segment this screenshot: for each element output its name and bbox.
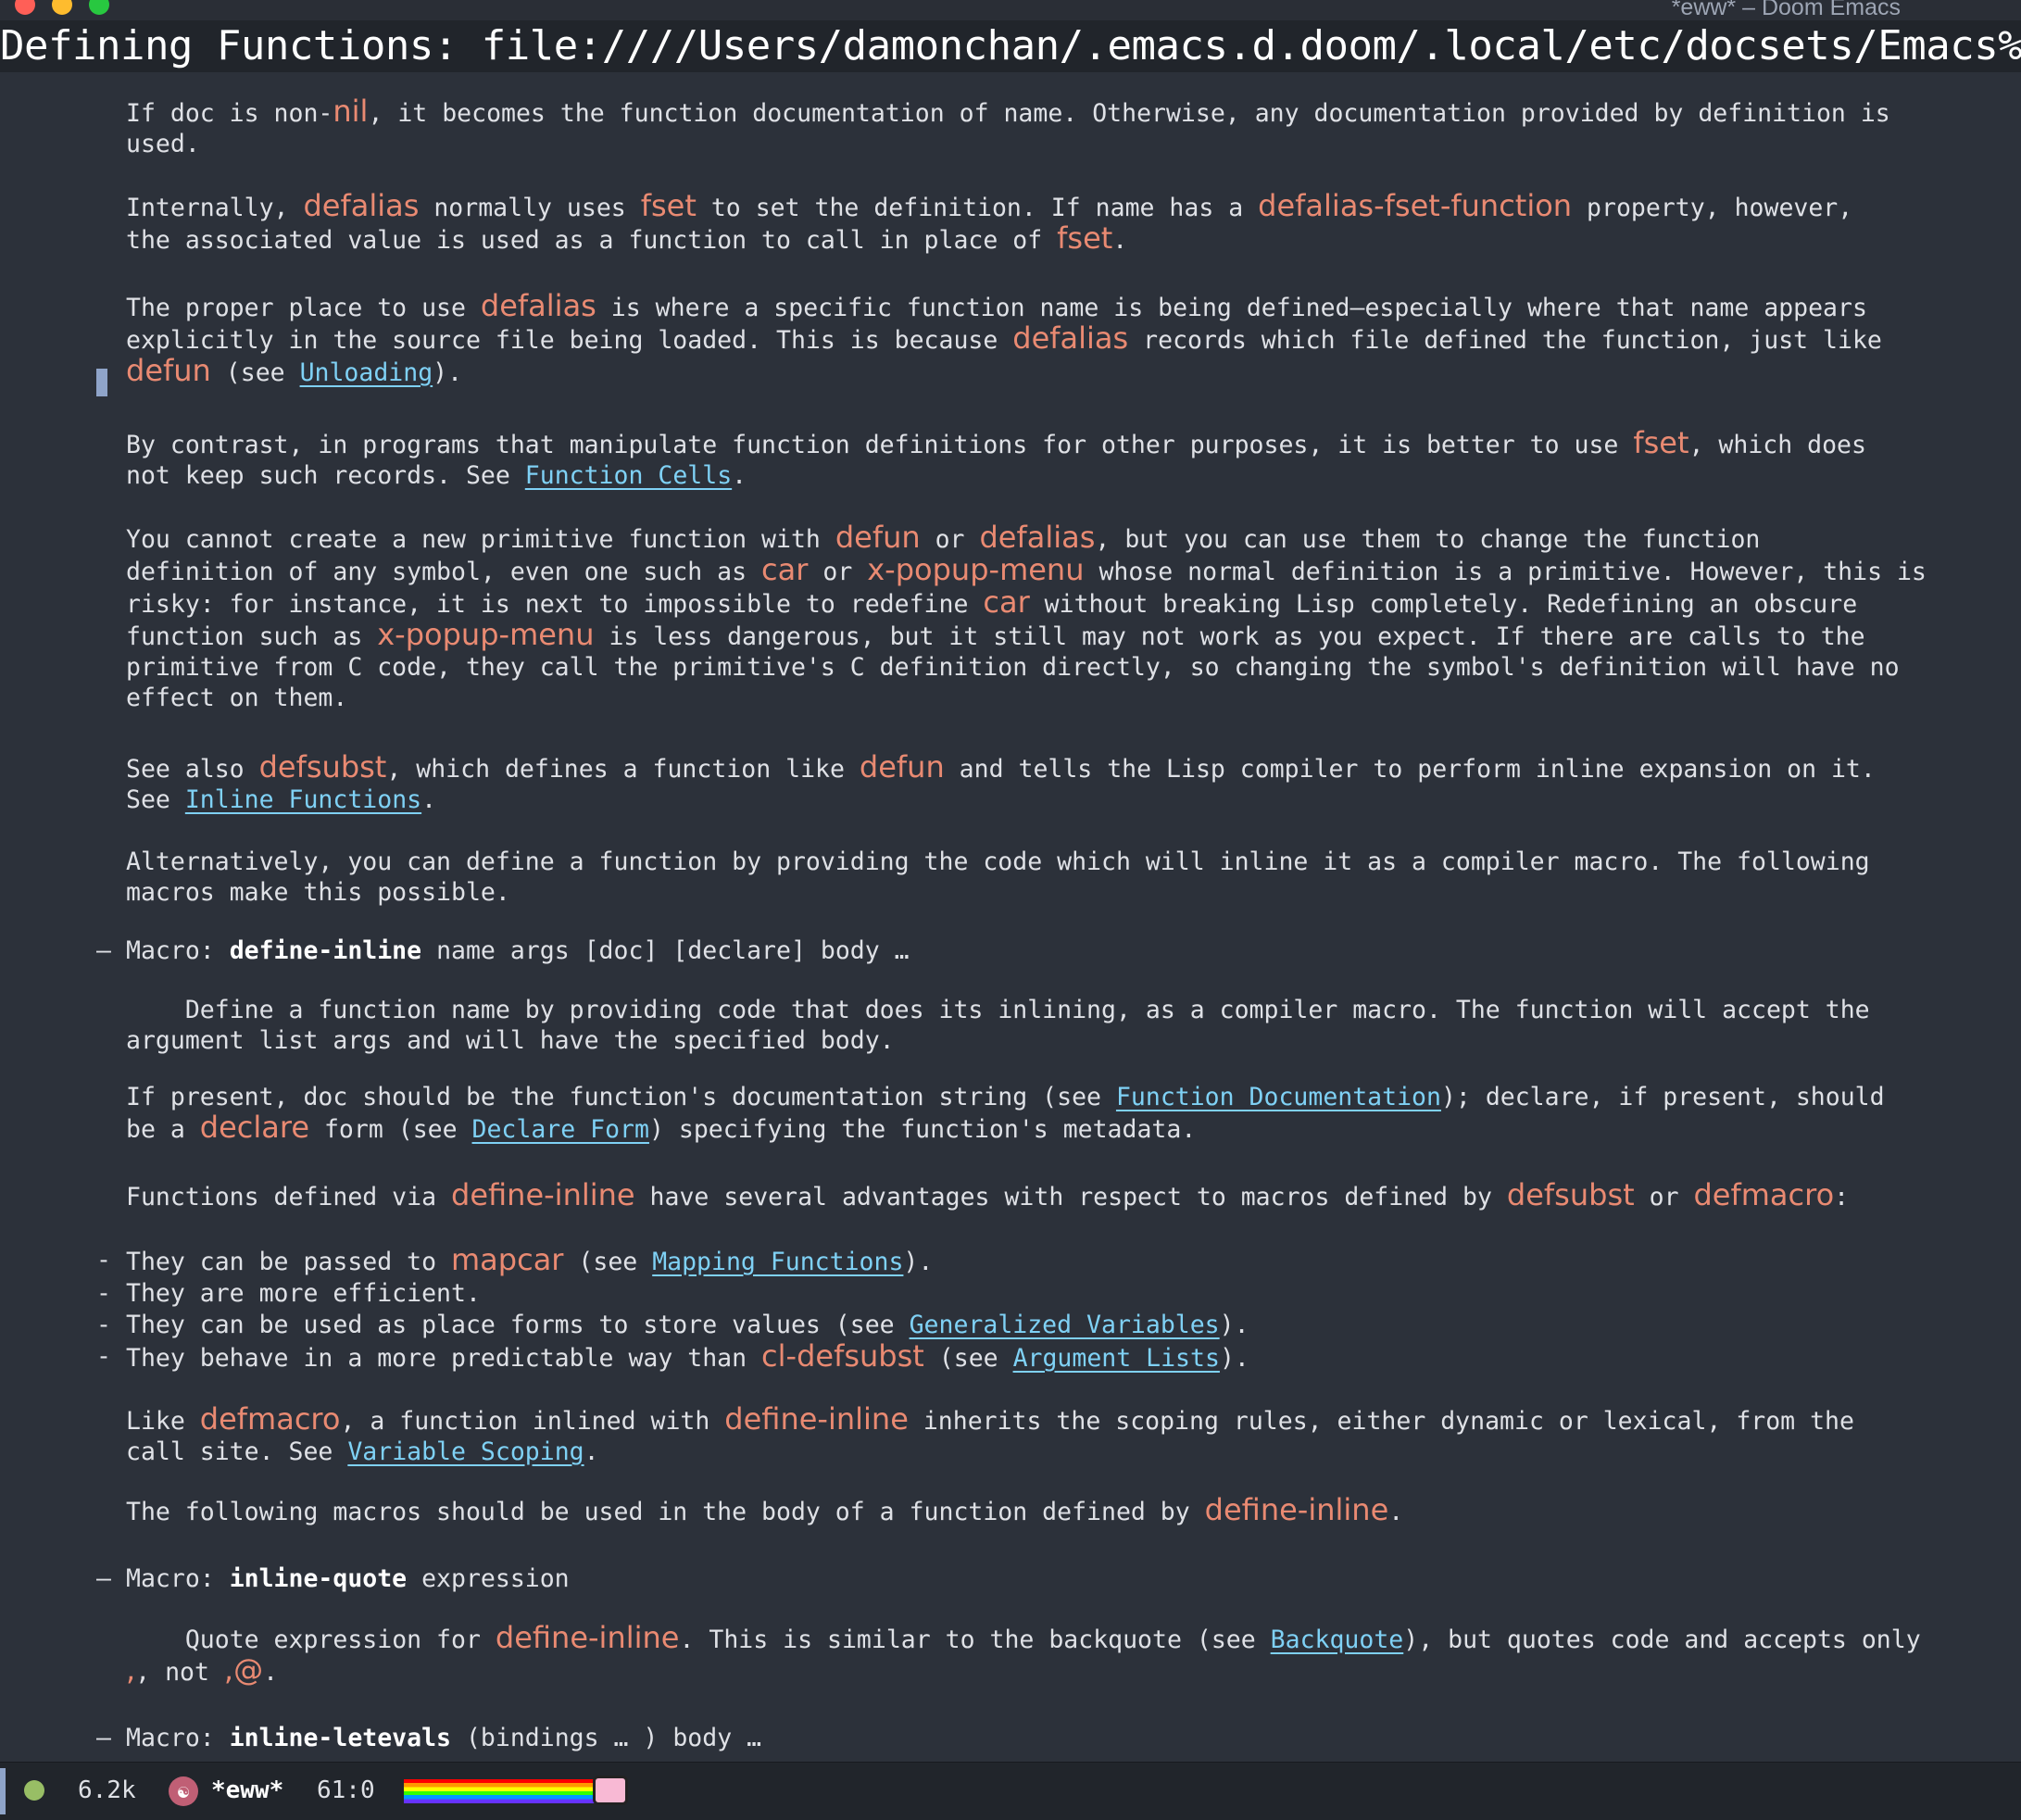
mode-line: 6.2k ☯ *eww* 61:0 (0, 1762, 2021, 1820)
paragraph: By contrast, in programs that manipulate… (126, 425, 1866, 491)
symbol: define-inline (1204, 1492, 1389, 1527)
close-window-button[interactable] (15, 0, 35, 15)
symbol: define-inline (724, 1401, 909, 1437)
link-function-documentation[interactable]: Function Documentation (1116, 1083, 1441, 1111)
symbol: , (126, 1652, 136, 1688)
eww-buffer[interactable]: If doc is non-nil, it becomes the functi… (0, 72, 2021, 1762)
paragraph: If present, doc should be the function's… (126, 1083, 1885, 1145)
paragraph: Functions defined via define-inline have… (126, 1177, 1850, 1212)
symbol: defsubst (1506, 1177, 1635, 1212)
macro-definition: Macro: inline-quote expression (126, 1564, 570, 1593)
macro-dash: — (96, 936, 111, 965)
symbol: defalias (1012, 320, 1129, 356)
list-bullet: - (96, 1342, 111, 1371)
list-item: They behave in a more predictable way th… (126, 1338, 1249, 1374)
status-dot-icon (24, 1780, 44, 1801)
link-declare-form[interactable]: Declare Form (472, 1115, 649, 1144)
title-bar: *eww* – Doom Emacs (0, 0, 2021, 21)
list-item: They are more efficient. (126, 1279, 481, 1308)
symbol: defun (835, 520, 921, 555)
paragraph: The following macros should be used in t… (126, 1492, 1404, 1527)
link-unloading[interactable]: Unloading (300, 358, 433, 387)
paragraph: See also defsubst, which defines a funct… (126, 749, 1876, 815)
symbol: defalias-fset-function (1258, 188, 1573, 223)
list-bullet: - (96, 1246, 111, 1274)
symbol: fset (640, 188, 697, 223)
symbol: nil (333, 94, 369, 129)
buffer-size: 6.2k (78, 1776, 136, 1804)
nyan-rainbow-scroll-indicator (404, 1779, 595, 1803)
macro-definition: Macro: inline-letevals (bindings … ) bod… (126, 1724, 762, 1752)
paragraph: You cannot create a new primitive functi… (126, 520, 1927, 713)
link-function-cells[interactable]: Function Cells (525, 461, 732, 490)
macro-definition: Macro: define-inline name args [doc] [de… (126, 936, 910, 965)
paragraph: Internally, defalias normally uses fset … (126, 188, 1853, 256)
symbol: defun (859, 749, 945, 784)
symbol: defmacro (1693, 1177, 1835, 1212)
symbol: ,@ (223, 1652, 264, 1688)
modeline-bar (0, 1768, 6, 1814)
symbol: defalias (979, 520, 1096, 555)
window-title: *eww* – Doom Emacs (1671, 0, 1901, 20)
macro-dash: — (96, 1724, 111, 1752)
cursor-fringe-indicator (96, 369, 107, 396)
link-variable-scoping[interactable]: Variable Scoping (347, 1437, 584, 1466)
symbol: cl-defsubst (761, 1338, 924, 1374)
symbol: car (761, 552, 809, 587)
link-generalized-variables[interactable]: Generalized Variables (910, 1311, 1220, 1339)
symbol: fset (1057, 220, 1113, 256)
symbol: defmacro (199, 1401, 341, 1437)
list-item: They can be passed to mapcar (see Mappin… (126, 1242, 934, 1277)
macro-name: define-inline (229, 936, 422, 965)
macro-name: inline-quote (229, 1564, 408, 1593)
link-backquote[interactable]: Backquote (1271, 1625, 1404, 1654)
zoom-window-button[interactable] (89, 0, 109, 15)
list-bullet: - (96, 1279, 111, 1308)
link-inline-functions[interactable]: Inline Functions (185, 785, 421, 814)
header-line: Defining Functions: file:////Users/damon… (0, 20, 2021, 72)
symbol: declare (199, 1110, 310, 1145)
cursor-position: 61:0 (317, 1776, 375, 1804)
symbol: mapcar (451, 1242, 564, 1277)
symbol: defun (126, 353, 211, 388)
list-item: They can be used as place forms to store… (126, 1311, 1249, 1339)
symbol: x-popup-menu (377, 617, 595, 652)
nyan-cat-icon (593, 1776, 628, 1805)
symbol: defalias (303, 188, 420, 223)
paragraph: Define a function name by providing code… (126, 996, 1870, 1055)
symbol: x-popup-menu (867, 552, 1085, 587)
paragraph: Quote expression for define-inline. This… (126, 1620, 1921, 1688)
symbol: car (983, 584, 1030, 620)
paragraph: Alternatively, you can define a function… (126, 847, 1870, 907)
macro-dash: — (96, 1564, 111, 1593)
paragraph: Like defmacro, a function inlined with d… (126, 1401, 1854, 1467)
page-title: Defining Functions: file:////Users/damon… (0, 22, 2021, 69)
symbol: defsubst (258, 749, 387, 784)
paragraph: The proper place to use defalias is wher… (126, 288, 1882, 388)
symbol: defalias (480, 288, 596, 323)
minimize-window-button[interactable] (52, 0, 72, 15)
emacs-icon: ☯ (169, 1776, 198, 1806)
link-mapping-functions[interactable]: Mapping Functions (652, 1248, 903, 1276)
paragraph: If doc is non-nil, it becomes the functi… (126, 94, 1890, 159)
symbol: fset (1633, 425, 1689, 460)
buffer-name: *eww* (211, 1776, 284, 1804)
symbol: define-inline (495, 1620, 680, 1655)
link-argument-lists[interactable]: Argument Lists (1013, 1344, 1220, 1373)
macro-name: inline-letevals (229, 1724, 452, 1752)
list-bullet: - (96, 1311, 111, 1339)
symbol: define-inline (451, 1177, 635, 1212)
